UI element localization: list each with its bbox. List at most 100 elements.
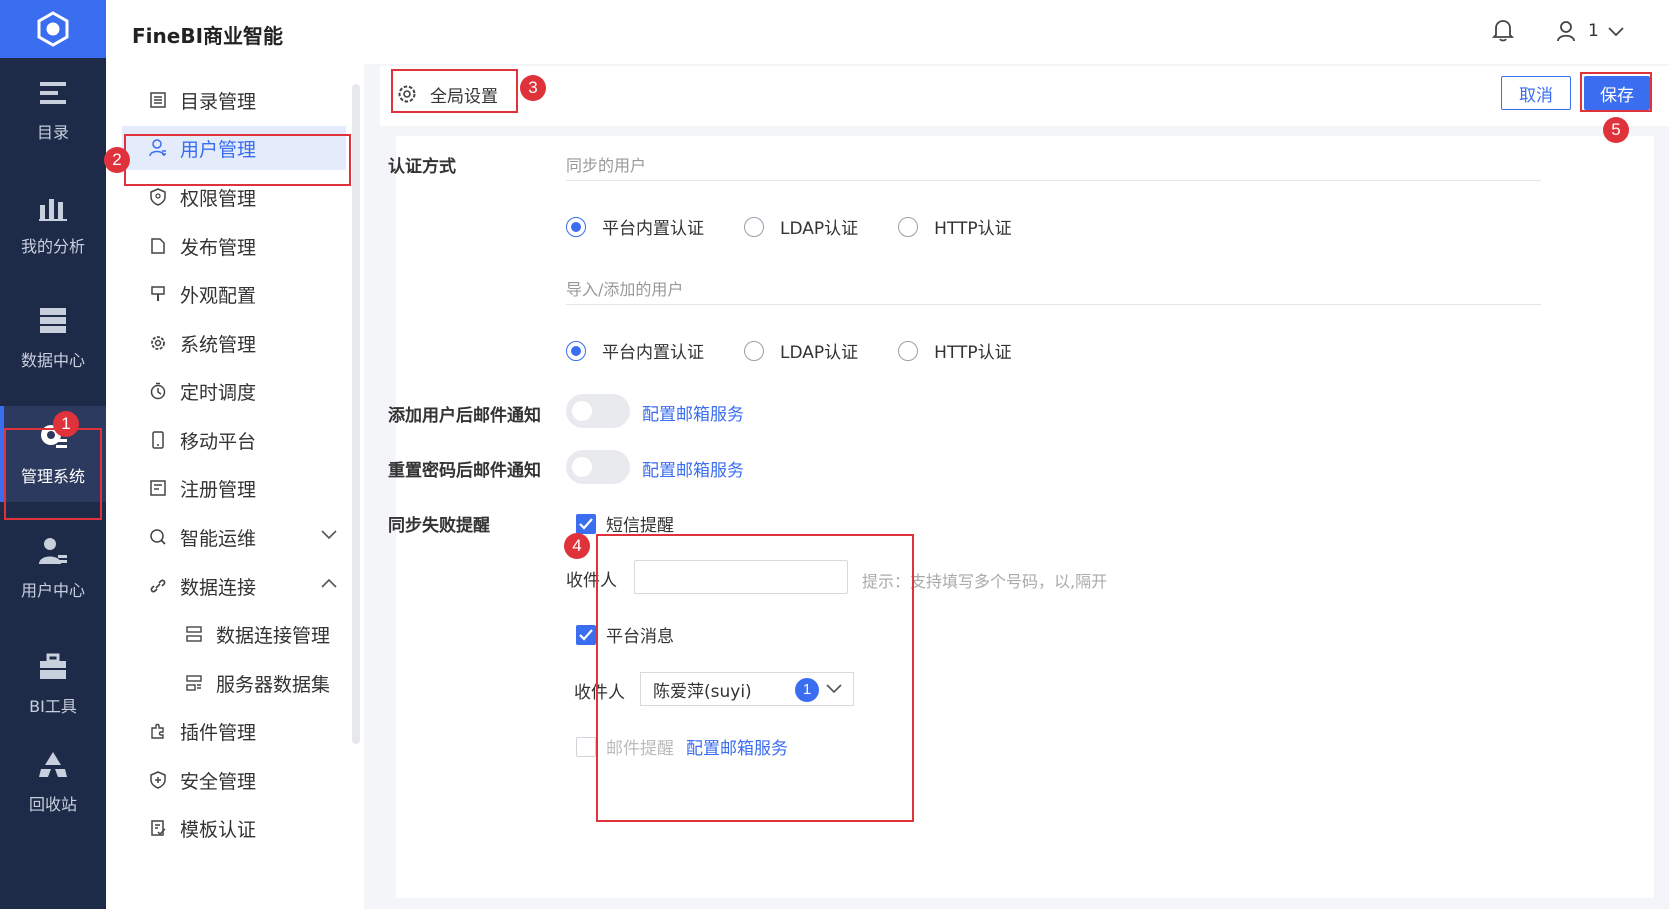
checkbox[interactable] (576, 513, 596, 534)
app-logo[interactable] (0, 0, 106, 58)
imported-auth-radio-group: 平台内置认证 LDAP认证 HTTP认证 (566, 338, 1052, 363)
menu-item-permission[interactable]: 权限管理 (122, 175, 346, 219)
recipient-count-badge: 1 (795, 678, 819, 702)
config-mail-link[interactable]: 配置邮箱服务 (686, 734, 788, 759)
annotation-badge: 3 (520, 75, 546, 101)
radio-option[interactable]: LDAP认证 (744, 338, 858, 363)
menu-item-template-auth[interactable]: 模板认证 (122, 806, 346, 850)
rail-item-bi-tools[interactable]: BI工具 (0, 636, 106, 732)
rail-label: 数据中心 (20, 351, 85, 370)
chevron-down-icon[interactable] (320, 528, 338, 540)
reset-password-mail-toggle[interactable] (566, 450, 630, 484)
server-dataset-icon (184, 673, 204, 693)
menu-item-data-connection[interactable]: 数据连接 (122, 564, 346, 608)
annotation-badge: 1 (53, 411, 79, 437)
radio-button[interactable] (566, 216, 586, 237)
user-name: 1 (1588, 21, 1599, 41)
rail-label: BI工具 (29, 697, 77, 716)
rail-label: 用户中心 (20, 581, 85, 600)
timer-icon (148, 381, 168, 401)
rail-item-catalog[interactable]: 目录 (0, 62, 106, 158)
annotation-badge: 2 (104, 147, 130, 173)
publish-icon (148, 236, 168, 256)
sms-reminder-checkbox[interactable]: 短信提醒 (576, 511, 674, 536)
rail-label: 管理系统 (20, 467, 85, 486)
toolbox-icon (40, 653, 66, 679)
radio-button[interactable] (898, 216, 919, 237)
db-connection-icon (184, 624, 204, 644)
recipient-label: 收件人 (566, 571, 617, 591)
menu-label: 外观配置 (180, 284, 257, 307)
recycle-icon (39, 752, 67, 777)
menu-label: 数据连接 (180, 576, 257, 599)
annotation-badge: 5 (1603, 117, 1629, 143)
menu-item-server-dataset[interactable]: 服务器数据集 (122, 661, 346, 705)
checkbox[interactable] (576, 624, 596, 645)
menu-item-smart-ops[interactable]: 智能运维 (122, 515, 346, 559)
menu-item-register[interactable]: 注册管理 (122, 466, 346, 510)
menu-item-catalog[interactable]: 目录管理 (122, 78, 346, 122)
menu-item-db-connection-mgmt[interactable]: 数据连接管理 (122, 612, 346, 656)
radio-button[interactable] (898, 340, 919, 361)
menu-item-user-management[interactable]: 用户管理 (122, 126, 346, 170)
rail-item-recycle-bin[interactable]: 回收站 (0, 740, 106, 824)
menu-label: 插件管理 (180, 721, 257, 744)
user-menu[interactable]: 1 (1556, 20, 1637, 42)
tab-global-settings[interactable]: 全局设置 (388, 74, 506, 114)
app-brand: FineBI商业智能 (132, 24, 284, 48)
rail-item-my-analysis[interactable]: 我的分析 (0, 176, 106, 272)
mail-reminder-checkbox[interactable]: 邮件提醒 (576, 734, 674, 759)
menu-item-system[interactable]: 系统管理 (122, 321, 346, 365)
checkbox-label: 平台消息 (606, 627, 674, 647)
save-button[interactable]: 保存 (1584, 76, 1650, 110)
radio-option[interactable]: 平台内置认证 (566, 214, 704, 239)
admin-menu: 目录管理 用户管理 权限管理 发布管理 外观配置 系统管理 定时调度 移动平台 … (106, 64, 364, 909)
rail-label: 回收站 (28, 795, 77, 814)
radio-button[interactable] (744, 340, 764, 361)
menu-item-appearance[interactable]: 外观配置 (122, 272, 346, 316)
menu-label: 模板认证 (180, 818, 257, 841)
gear-icon (148, 333, 168, 353)
radio-label: 平台内置认证 (602, 219, 704, 239)
radio-option[interactable]: HTTP认证 (898, 338, 1012, 363)
radio-button[interactable] (744, 216, 764, 237)
radio-button[interactable] (566, 340, 586, 361)
sms-recipient-input[interactable] (634, 560, 848, 594)
checkbox[interactable] (576, 736, 596, 757)
add-user-mail-toggle[interactable] (566, 394, 630, 428)
chevron-down-icon (826, 684, 842, 694)
platform-message-checkbox[interactable]: 平台消息 (576, 622, 674, 647)
radio-option[interactable]: LDAP认证 (744, 214, 858, 239)
auth-method-label: 认证方式 (388, 157, 456, 177)
menu-item-publish[interactable]: 发布管理 (122, 224, 346, 268)
menu-item-schedule[interactable]: 定时调度 (122, 369, 346, 413)
chevron-up-icon[interactable] (320, 577, 338, 589)
radio-option[interactable]: 平台内置认证 (566, 338, 704, 363)
platform-recipient-select[interactable]: 陈爱萍(suyi) 1 (640, 672, 854, 706)
imported-users-label: 导入/添加的用户 (566, 280, 684, 299)
divider (566, 304, 1541, 305)
logo-icon (37, 11, 69, 47)
menu-item-security[interactable]: 安全管理 (122, 758, 346, 802)
sync-fail-label: 同步失败提醒 (388, 516, 490, 536)
reset-password-mail-label: 重置密码后邮件通知 (388, 461, 541, 481)
catalog-icon (40, 82, 66, 104)
rail-item-data-center[interactable]: 数据中心 (0, 290, 106, 386)
menu-label: 用户管理 (180, 138, 257, 161)
annotation-badge: 4 (564, 533, 590, 559)
config-mail-link[interactable]: 配置邮箱服务 (642, 400, 744, 425)
menu-scrollbar[interactable] (352, 84, 360, 744)
sms-recipient-label: 收件人 (566, 566, 617, 591)
menu-label: 定时调度 (180, 381, 257, 404)
config-mail-link[interactable]: 配置邮箱服务 (642, 456, 744, 481)
menu-item-plugin[interactable]: 插件管理 (122, 709, 346, 753)
radio-option[interactable]: HTTP认证 (898, 214, 1012, 239)
gear-icon (398, 85, 416, 103)
template-icon (148, 818, 168, 838)
rail-item-user-center[interactable]: 用户中心 (0, 520, 106, 616)
menu-label: 服务器数据集 (216, 673, 331, 696)
notification-button[interactable] (1491, 18, 1515, 46)
sms-hint: 提示：支持填写多个号码，以,隔开 (862, 572, 1108, 591)
menu-item-mobile[interactable]: 移动平台 (122, 418, 346, 462)
cancel-button[interactable]: 取消 (1501, 76, 1571, 110)
